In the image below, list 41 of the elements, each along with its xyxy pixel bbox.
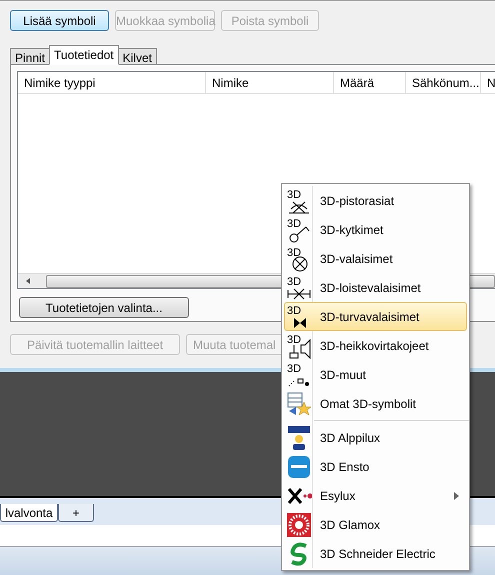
column-header[interactable]: Määrä (334, 72, 406, 93)
sunburst-logo-icon (286, 512, 312, 538)
button[interactable]: Lisää symboli (10, 10, 109, 31)
menu-item-label: 3D Ensto (320, 458, 370, 476)
menu-item[interactable]: 3D Ensto (284, 452, 467, 481)
scroll-left-icon[interactable] (24, 277, 32, 285)
sheet-tab[interactable]: lvalvonta (0, 504, 58, 522)
menu-item[interactable]: 3D 3D-kytkimet (284, 215, 467, 244)
menu-item-label: 3D-turvavalaisimet (320, 308, 420, 326)
tab[interactable]: Pinnit (10, 48, 50, 65)
tab[interactable]: Tuotetiedot (49, 45, 119, 65)
menu-item-label: Esylux (320, 488, 356, 504)
button[interactable]: Tuotetietojen valinta... (19, 297, 189, 318)
menu-item[interactable]: 3D 3D-turvavalaisimet (284, 302, 467, 331)
menu-item[interactable]: Omat 3D-symbolit (284, 389, 467, 418)
menu-item-label: 3D-muut (320, 366, 366, 384)
menu-item[interactable]: Esylux (284, 481, 467, 510)
column-header[interactable]: Nimike (206, 72, 334, 93)
column-header[interactable]: Sähkönum... (406, 72, 481, 93)
menu-item-label: 3D-pistorasiat (320, 192, 394, 210)
menu-item-label: 3D Schneider Electric (320, 546, 436, 562)
menu-item-label: 3D-loistevalaisimet (320, 280, 421, 296)
column-header[interactable]: Nimike tyyppi (18, 72, 206, 93)
menu-item-label: Omat 3D-symbolit (320, 396, 416, 412)
person-logo-icon (286, 424, 312, 450)
column-header[interactable]: N (481, 72, 495, 93)
menu-item-label: 3D Glamox (320, 516, 380, 534)
menu-item[interactable]: 3D 3D-valaisimet (284, 244, 467, 273)
menu-item-label: 3D Alppilux (320, 430, 380, 446)
menu-item[interactable]: 3D Schneider Electric (284, 539, 467, 568)
submenu-arrow-icon (454, 492, 459, 500)
menu-item[interactable]: 3D Alppilux (284, 423, 467, 452)
menu-item[interactable]: 3D 3D-loistevalaisimet (284, 273, 467, 302)
menu-item[interactable]: 3D 3D-pistorasiat (284, 186, 467, 215)
table-star-icon (286, 390, 312, 416)
menu-item-label: 3D-valaisimet (320, 250, 393, 268)
menu-item-label: 3D-kytkimet (320, 222, 384, 238)
menu-item[interactable]: 3D Glamox (284, 510, 467, 539)
rounded-square-logo-icon (286, 454, 312, 480)
menu-item[interactable]: 3D 3D-muut (284, 360, 467, 389)
sheet-tab[interactable]: + (58, 504, 94, 522)
